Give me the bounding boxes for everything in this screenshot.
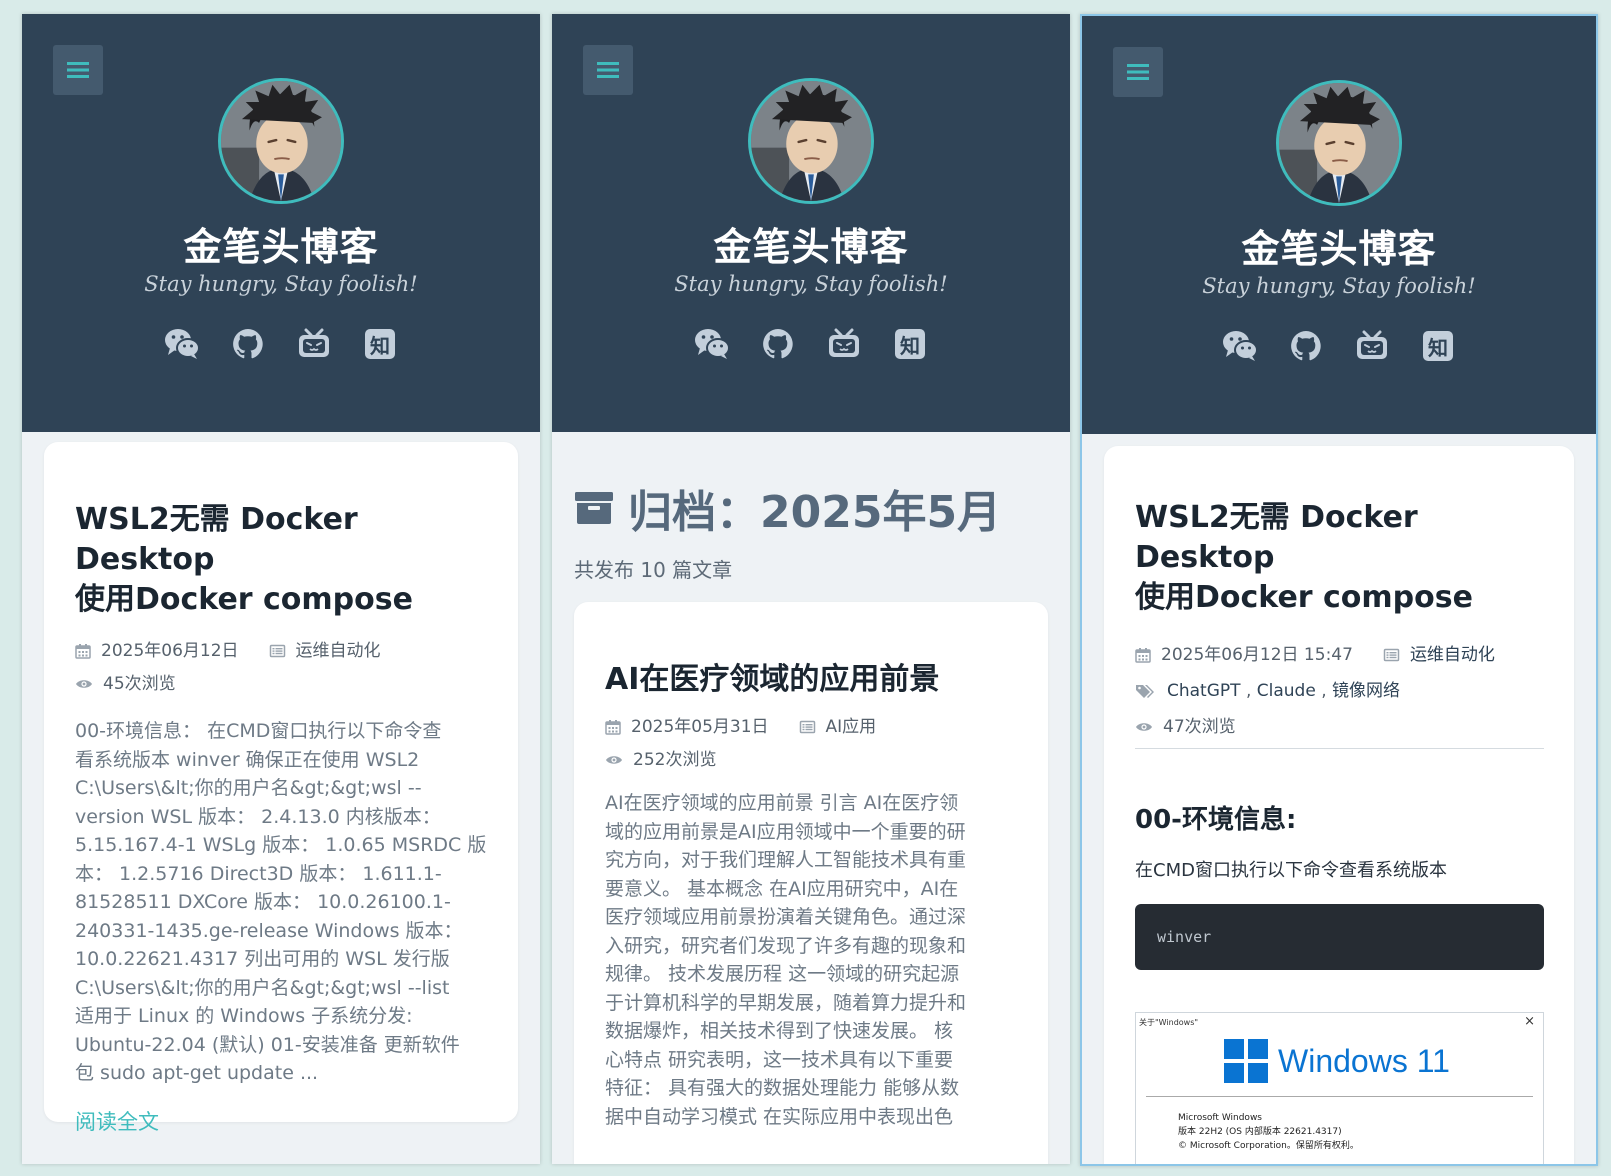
bilibili-icon[interactable] xyxy=(296,326,332,362)
post-datetime: 2025年06月12日 15:47 xyxy=(1161,645,1353,665)
tag-link[interactable]: 镜像网络 xyxy=(1332,681,1400,701)
archive-icon xyxy=(574,490,614,526)
github-icon[interactable] xyxy=(1288,328,1324,364)
menu-button[interactable] xyxy=(583,45,633,95)
windows-logo xyxy=(1224,1039,1268,1083)
dialog-title: 关于"Windows" xyxy=(1139,1018,1199,1027)
post-title[interactable]: WSL2无需 Docker Desktop 使用Docker compose xyxy=(75,500,488,620)
site-header: 金笔头博客 Stay hungry, Stay foolish! 知 xyxy=(552,14,1070,432)
meta-divider xyxy=(1135,748,1544,749)
post-excerpt: 00-环境信息： 在CMD窗口执行以下命令查 看系统版本 winver 确保正在… xyxy=(75,720,487,1084)
post-date: 2025年05月31日 xyxy=(631,717,769,737)
list-icon xyxy=(269,643,286,659)
post-card: AI在医疗领域的应用前景 2025年05月31日 AI应用 252次浏览 AI在… xyxy=(574,602,1048,1164)
site-title[interactable]: 金笔头博客 xyxy=(552,216,1070,271)
post-excerpt: AI在医疗领域的应用前景 引言 AI在医疗领 域的应用前景是AI应用领域中一个重… xyxy=(605,792,967,1128)
site-title[interactable]: 金笔头博客 xyxy=(22,216,540,271)
tags-icon xyxy=(1135,683,1157,699)
windows-brand: Windows 11 xyxy=(1224,1039,1450,1083)
paragraph: 在CMD窗口执行以下命令查看系统版本 xyxy=(1135,860,1447,881)
eye-icon xyxy=(75,678,93,690)
avatar[interactable] xyxy=(1276,80,1402,206)
post-views: 47次浏览 xyxy=(1163,717,1236,737)
article-screenshot: 关于"Windows" × Windows 11 Microsoft Windo… xyxy=(1135,1012,1544,1164)
wechat-icon[interactable] xyxy=(694,326,730,362)
post-meta: 2025年06月12日 运维自动化 xyxy=(75,636,488,666)
menu-icon xyxy=(1127,63,1149,81)
close-icon: × xyxy=(1524,1014,1535,1029)
blog-panel-archive: 金笔头博客 Stay hungry, Stay foolish! 知 归档：20… xyxy=(552,14,1070,1164)
post-views-row: 252次浏览 xyxy=(605,745,1018,775)
social-links: 知 xyxy=(22,326,540,362)
dialog-divider xyxy=(1146,1096,1533,1097)
github-icon[interactable] xyxy=(230,326,266,362)
tag-link[interactable]: ChatGPT xyxy=(1167,681,1241,701)
post-date: 2025年06月12日 xyxy=(101,641,239,661)
list-icon xyxy=(1383,647,1400,663)
zhihu-icon[interactable]: 知 xyxy=(892,326,928,362)
social-links: 知 xyxy=(552,326,1070,362)
site-subtitle: Stay hungry, Stay foolish! xyxy=(1202,274,1476,298)
post-card: WSL2无需 Docker Desktop 使用Docker compose 2… xyxy=(44,442,518,1134)
menu-button[interactable] xyxy=(1113,47,1163,97)
post-category[interactable]: AI应用 xyxy=(826,712,877,742)
archive-heading: 归档：2025年5月 xyxy=(574,476,1001,540)
calendar-icon xyxy=(75,643,91,659)
calendar-icon xyxy=(1135,647,1151,663)
eye-icon xyxy=(605,754,623,766)
menu-icon xyxy=(67,61,89,79)
bilibili-icon[interactable] xyxy=(826,326,862,362)
blog-panel-home: 金笔头博客 Stay hungry, Stay foolish! 知 WSL2无… xyxy=(22,14,540,1164)
post-tags: ChatGPT , Claude , 镜像网络 xyxy=(1135,676,1544,706)
site-title[interactable]: 金笔头博客 xyxy=(1082,218,1596,273)
list-icon xyxy=(799,719,816,735)
menu-button[interactable] xyxy=(53,45,103,95)
wechat-icon[interactable] xyxy=(1222,328,1258,364)
read-more-link[interactable]: 阅读全文 xyxy=(75,1106,488,1136)
site-subtitle: Stay hungry, Stay foolish! xyxy=(674,272,948,296)
post-title: WSL2无需 Docker Desktop 使用Docker compose xyxy=(1135,500,1473,615)
post-views: 252次浏览 xyxy=(633,750,717,770)
avatar[interactable] xyxy=(218,78,344,204)
avatar[interactable] xyxy=(748,78,874,204)
post-article: WSL2无需 Docker Desktop 使用Docker compose 2… xyxy=(1104,446,1574,1164)
post-category[interactable]: 运维自动化 xyxy=(296,636,381,666)
version-info: Microsoft Windows 版本 22H2 (OS 内部版本 22621… xyxy=(1178,1113,1359,1151)
post-category[interactable]: 运维自动化 xyxy=(1410,640,1495,670)
bilibili-icon[interactable] xyxy=(1354,328,1390,364)
section-heading: 00-环境信息: xyxy=(1135,805,1297,835)
site-subtitle: Stay hungry, Stay foolish! xyxy=(144,272,418,296)
calendar-icon xyxy=(605,719,621,735)
zhihu-icon[interactable]: 知 xyxy=(362,326,398,362)
site-header: 金笔头博客 Stay hungry, Stay foolish! 知 xyxy=(22,14,540,432)
archive-post-count: 共发布 10 篇文章 xyxy=(574,558,733,582)
eye-icon xyxy=(1135,721,1153,733)
code-block[interactable]: winver xyxy=(1135,904,1544,970)
wechat-icon[interactable] xyxy=(164,326,200,362)
tag-link[interactable]: Claude xyxy=(1257,681,1316,701)
menu-icon xyxy=(597,61,619,79)
post-meta: 2025年05月31日 AI应用 xyxy=(605,712,1018,742)
post-meta: 2025年06月12日 15:47 运维自动化 xyxy=(1135,640,1544,670)
archive-title: 归档：2025年5月 xyxy=(628,487,1002,538)
social-links: 知 xyxy=(1082,328,1596,364)
post-views: 45次浏览 xyxy=(103,674,176,694)
post-views-row: 47次浏览 xyxy=(1135,712,1544,742)
post-title[interactable]: AI在医疗领域的应用前景 xyxy=(605,660,1018,700)
blog-panel-post: 金笔头博客 Stay hungry, Stay foolish! 知 WSL2无… xyxy=(1080,14,1598,1166)
github-icon[interactable] xyxy=(760,326,796,362)
post-views-row: 45次浏览 xyxy=(75,669,488,699)
site-header: 金笔头博客 Stay hungry, Stay foolish! 知 xyxy=(1082,16,1596,434)
zhihu-icon[interactable]: 知 xyxy=(1420,328,1456,364)
